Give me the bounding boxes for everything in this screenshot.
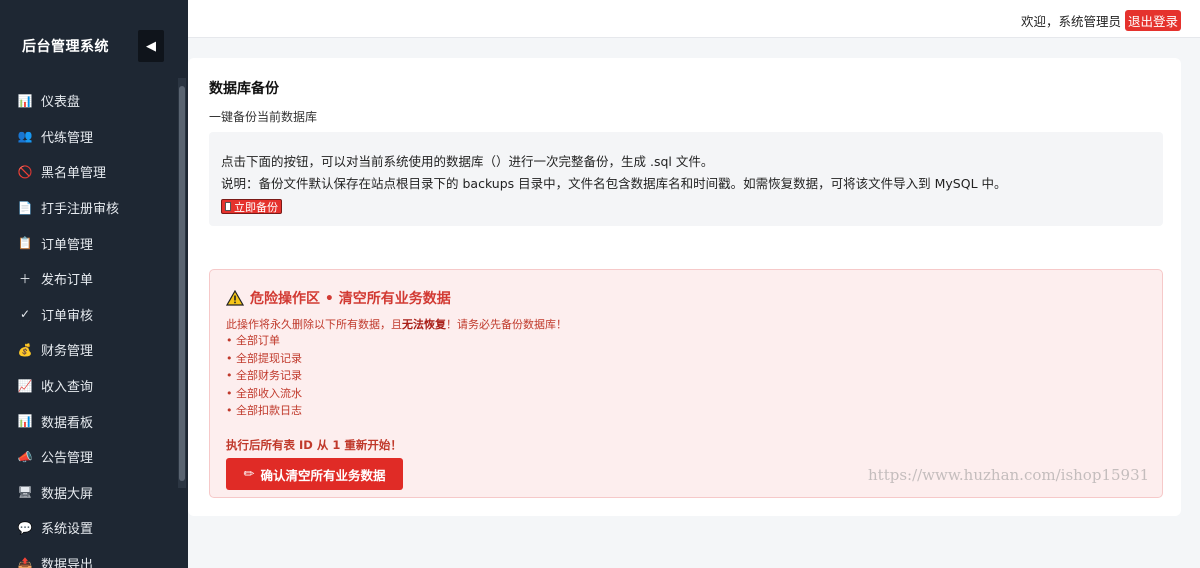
sidebar-item[interactable]: 💰 财务管理: [0, 332, 178, 368]
sidebar-item[interactable]: 👥 代练管理: [0, 119, 178, 155]
sidebar: 后台管理系统 ◀ 📊 仪表盘 👥 代练管理 🚫 黑名单管理 📄 打手注册审核 📋 订单管理 ＋ 发布订…: [0, 0, 188, 568]
bar-chart-icon: 📊: [17, 93, 33, 108]
sidebar-item-label: 收入查询: [41, 380, 94, 396]
danger-desc-suffix: ！请务必先备份数据库！: [446, 318, 567, 331]
sidebar-item[interactable]: ✓ 订单审核: [0, 297, 178, 333]
backup-info-box: 点击下面的按钮，可以对当前系统使用的数据库（）进行一次完整备份，生成 .sql …: [209, 132, 1163, 226]
sidebar-item[interactable]: 📄 打手注册审核: [0, 190, 178, 226]
users-icon: 👥: [17, 129, 33, 144]
sidebar-item-label: 发布订单: [41, 273, 94, 289]
page-subtitle: 一键备份当前数据库: [209, 110, 318, 124]
sidebar-item-label: 黑名单管理: [41, 166, 107, 182]
sidebar-item[interactable]: 📊 数据看板: [0, 403, 178, 439]
speech-bubble-icon: 💬: [17, 520, 33, 535]
brand: 后台管理系统 ◀: [0, 0, 188, 92]
sidebar-item[interactable]: ＋ 发布订单: [0, 261, 178, 297]
danger-title: 危险操作区 • 清空所有业务数据: [226, 288, 451, 308]
document-icon: 📄: [17, 200, 33, 215]
trend-chart-icon: 📈: [17, 378, 33, 393]
sidebar-item-label: 仪表盘: [41, 95, 81, 111]
sidebar-item-label: 订单审核: [41, 308, 94, 324]
sidebar-item[interactable]: 📣 公告管理: [0, 439, 178, 475]
danger-zone: 危险操作区 • 清空所有业务数据 此操作将永久删除以下所有数据，且无法恢复！请务…: [209, 269, 1163, 498]
danger-data-list: • 全部订单 • 全部提现记录 • 全部财务记录 • 全部收入流水 • 全部扣款日志: [226, 332, 302, 420]
sidebar-scrollbar-thumb[interactable]: [179, 86, 185, 481]
confirm-clear-label: 确认清空所有业务数据: [260, 467, 386, 483]
backup-note: 说明：备份文件默认保存在站点根目录下的 backups 目录中，文件名包含数据库…: [221, 176, 1007, 191]
backup-card: 数据库备份 一键备份当前数据库 点击下面的按钮，可以对当前系统使用的数据库（）进…: [188, 58, 1181, 516]
sidebar-item-label: 公告管理: [41, 451, 94, 467]
user-info: 欢迎，系统管理员 退出登录: [1021, 10, 1181, 31]
warning-icon: [226, 290, 244, 306]
sidebar-item[interactable]: 💬 系统设置: [0, 510, 178, 546]
danger-title-text: 危险操作区 • 清空所有业务数据: [250, 291, 451, 307]
monitor-icon: 🖥: [17, 485, 33, 500]
topbar: 欢迎，系统管理员 退出登录: [188, 0, 1200, 38]
sidebar-item[interactable]: 📈 收入查询: [0, 368, 178, 404]
sidebar-item[interactable]: 🖥 数据大屏: [0, 475, 178, 511]
list-item: • 全部收入流水: [226, 386, 302, 400]
money-bag-icon: 💰: [17, 342, 33, 357]
brand-title: 后台管理系统: [22, 39, 109, 55]
welcome-text: 欢迎，系统管理员: [1020, 14, 1121, 29]
document-icon: [225, 202, 231, 211]
backup-now-button[interactable]: 立即备份: [221, 199, 282, 214]
sidebar-item-label: 代练管理: [41, 130, 94, 146]
sidebar-item-label: 数据导出: [41, 558, 94, 568]
export-icon: 📤: [17, 556, 33, 568]
backup-now-label: 立即备份: [234, 200, 278, 214]
list-item: • 全部订单: [226, 334, 280, 347]
bar-chart-icon: 📊: [17, 414, 33, 429]
list-item: • 全部财务记录: [226, 369, 302, 383]
confirm-clear-button[interactable]: ✏ 确认清空所有业务数据: [226, 458, 403, 490]
collapse-sidebar-button[interactable]: ◀: [138, 30, 164, 62]
sidebar-item[interactable]: 🚫 黑名单管理: [0, 154, 178, 190]
logout-button[interactable]: 退出登录: [1124, 10, 1181, 31]
sidebar-nav: 📊 仪表盘 👥 代练管理 🚫 黑名单管理 📄 打手注册审核 📋 订单管理 ＋ 发布订单 ✓ 订单审核 💰 财务…: [0, 83, 178, 568]
sidebar-item-label: 订单管理: [41, 237, 94, 253]
danger-note: 执行后所有表 ID 从 1 重新开始！: [226, 438, 402, 452]
danger-description: 此操作将永久删除以下所有数据，且无法恢复！请务必先备份数据库！: [226, 316, 567, 332]
megaphone-icon: 📣: [17, 449, 33, 464]
pencil-icon: ✏: [243, 466, 255, 482]
sidebar-item-label: 财务管理: [41, 344, 94, 360]
chevron-left-icon: ◀: [146, 38, 156, 54]
sidebar-item-label: 数据大屏: [41, 486, 94, 502]
sidebar-item[interactable]: 📊 仪表盘: [0, 83, 178, 119]
sidebar-item[interactable]: 📋 订单管理: [0, 225, 178, 261]
backup-description: 点击下面的按钮，可以对当前系统使用的数据库（）进行一次完整备份，生成 .sql …: [221, 154, 714, 169]
sidebar-item-label: 系统设置: [41, 522, 94, 538]
sidebar-item-label: 数据看板: [41, 415, 94, 431]
plus-icon: ＋: [18, 272, 31, 287]
list-item: • 全部扣款日志: [226, 404, 302, 418]
watermark: https://www.huzhan.com/ishop15931: [868, 466, 1150, 484]
sidebar-item[interactable]: 📤 数据导出: [0, 546, 178, 568]
danger-desc-bold: 无法恢复: [402, 318, 446, 331]
list-item: • 全部提现记录: [226, 351, 302, 365]
sidebar-item-label: 打手注册审核: [41, 202, 120, 218]
ban-icon: 🚫: [17, 164, 33, 179]
clipboard-icon: 📋: [17, 236, 33, 251]
check-icon: ✓: [19, 307, 31, 322]
page-title: 数据库备份: [209, 81, 279, 97]
danger-desc-prefix: 此操作将永久删除以下所有数据，且: [226, 318, 402, 331]
